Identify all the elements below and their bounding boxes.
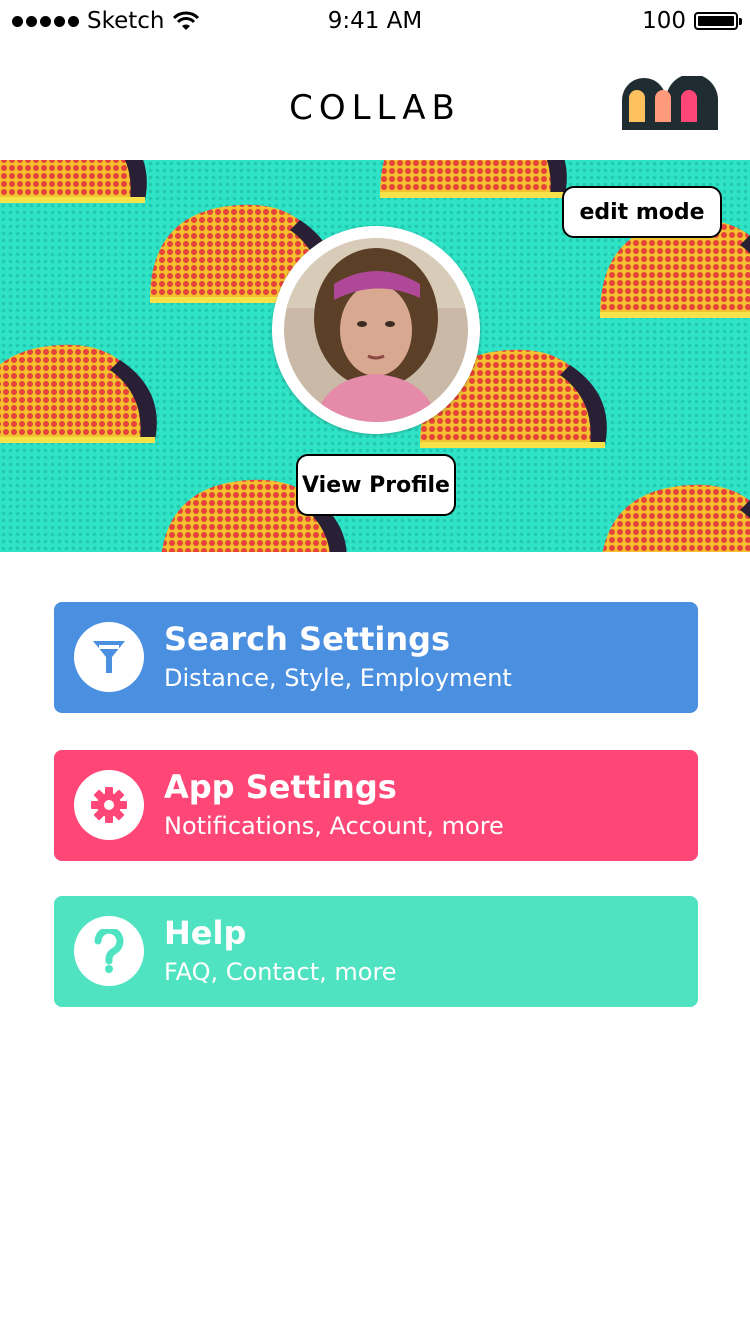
taco-image [0,345,157,440]
collab-logo-icon[interactable] [620,76,720,130]
gear-icon [91,787,127,823]
app-settings-button[interactable]: App Settings Notifications, Account, mor… [54,750,698,861]
search-settings-title: Search Settings [164,620,451,658]
status-time: 9:41 AM [327,8,423,34]
search-settings-subtitle: Distance, Style, Employment [164,664,512,692]
battery-group: 100 [642,8,742,34]
search-settings-button[interactable]: Search Settings Distance, Style, Employm… [54,602,698,713]
status-bar: Sketch 9:41 AM 100 [0,0,750,44]
profile-banner: edit mode View Profile [0,160,750,552]
taco-image [380,160,567,195]
question-icon [94,929,124,973]
edit-mode-button[interactable]: edit mode [562,186,722,238]
taco-image [0,160,147,200]
battery-icon [694,12,742,30]
battery-percent: 100 [642,8,686,34]
avatar[interactable] [284,238,468,422]
help-subtitle: FAQ, Contact, more [164,958,397,986]
taco-image [600,485,750,552]
nav-bar: COLLAB [0,60,750,160]
filter-icon [93,641,125,673]
app-settings-subtitle: Notifications, Account, more [164,812,504,840]
app-settings-icon-circle [74,770,144,840]
app-settings-title: App Settings [164,768,397,806]
view-profile-button[interactable]: View Profile [296,454,456,516]
help-icon-circle [74,916,144,986]
help-title: Help [164,914,247,952]
search-settings-icon-circle [74,622,144,692]
avatar-frame [272,226,480,434]
help-button[interactable]: Help FAQ, Contact, more [54,896,698,1007]
